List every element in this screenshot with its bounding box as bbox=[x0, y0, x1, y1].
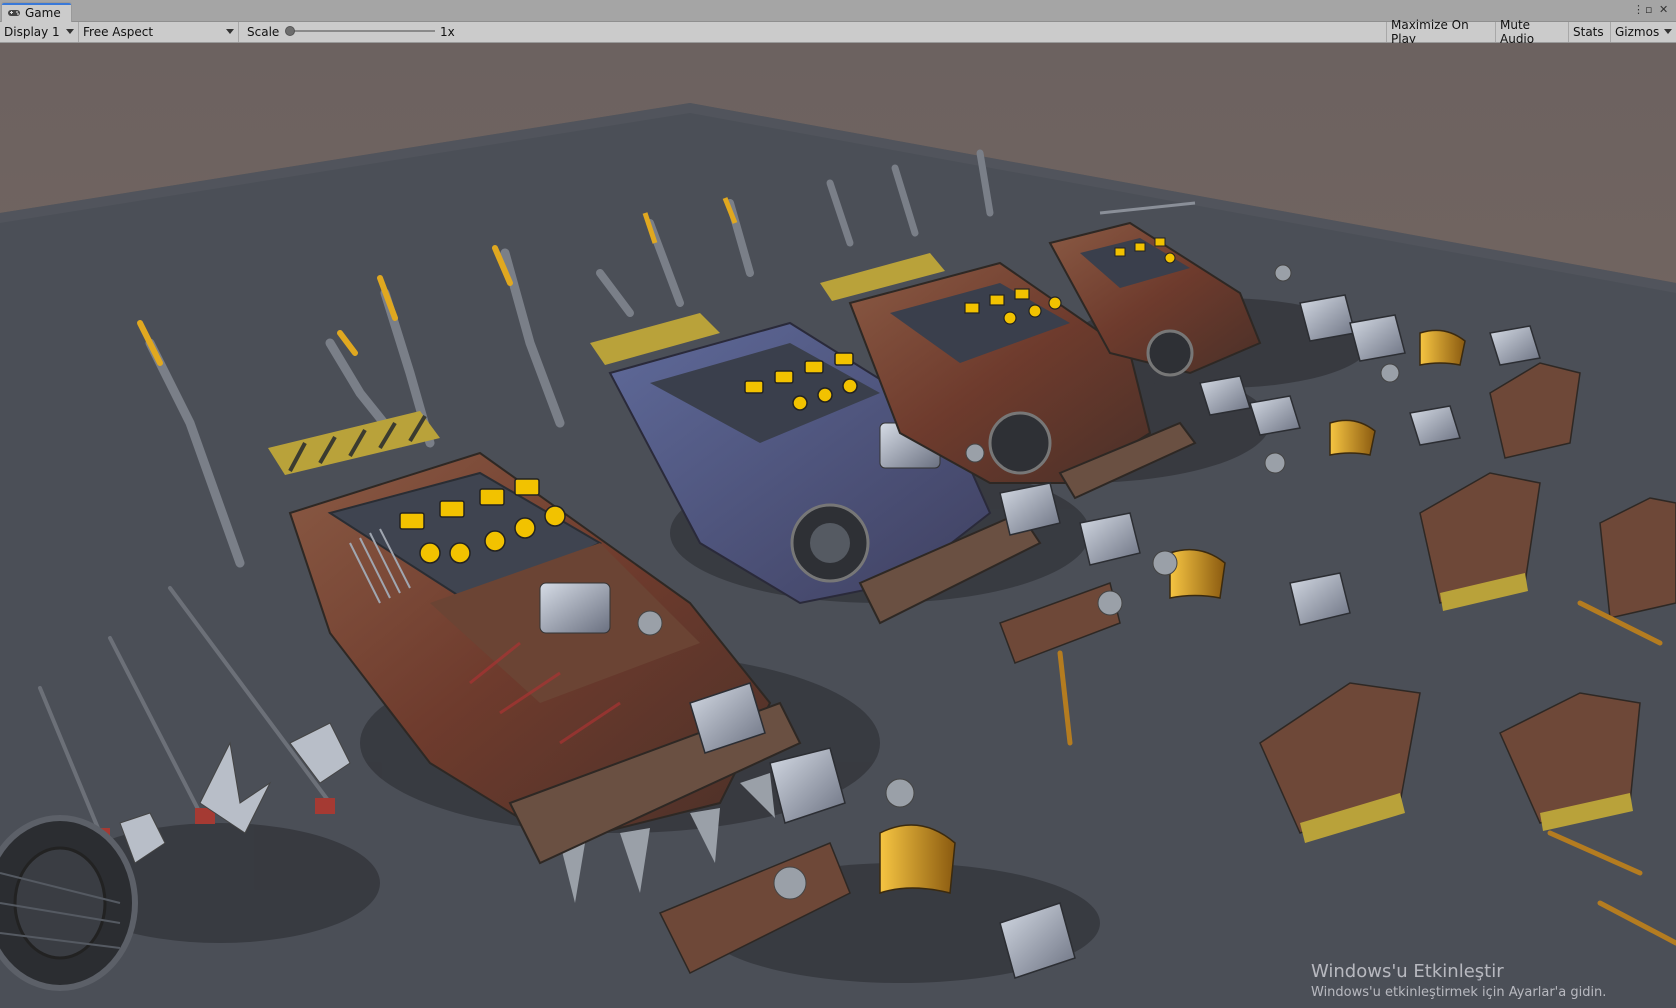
display-dropdown[interactable]: Display 1 bbox=[0, 22, 79, 42]
gizmos-dropdown[interactable]: Gizmos bbox=[1611, 22, 1676, 42]
stats-toggle[interactable]: Stats bbox=[1569, 22, 1611, 42]
aspect-dropdown[interactable]: Free Aspect bbox=[79, 22, 239, 42]
maximize-on-play-label: Maximize On Play bbox=[1391, 18, 1469, 46]
display-dropdown-label: Display 1 bbox=[4, 25, 60, 39]
game-scene bbox=[0, 43, 1676, 1008]
chevron-down-icon bbox=[226, 29, 234, 34]
maximize-window-icon[interactable]: ▫ bbox=[1645, 3, 1652, 16]
tab-label: Game bbox=[25, 5, 61, 20]
game-view-toolbar: Display 1 Free Aspect Scale 1x Maximize … bbox=[0, 18, 1676, 46]
close-icon[interactable]: ✕ bbox=[1659, 3, 1668, 16]
scale-slider-thumb[interactable] bbox=[285, 26, 295, 36]
stats-label: Stats bbox=[1573, 25, 1604, 39]
aspect-dropdown-label: Free Aspect bbox=[83, 25, 154, 39]
scale-value: 1x bbox=[440, 25, 455, 39]
mute-audio-toggle[interactable]: Mute Audio bbox=[1496, 18, 1569, 46]
scale-value-container: 1x bbox=[436, 22, 476, 42]
chevron-down-icon bbox=[1664, 29, 1672, 34]
gamepad-icon bbox=[8, 9, 20, 16]
game-viewport[interactable]: Windows'u Etkinleştir Windows'u etkinleş… bbox=[0, 43, 1676, 1008]
more-options-icon[interactable]: ⋮ bbox=[1633, 3, 1644, 16]
tab-game[interactable]: Game bbox=[1, 2, 72, 22]
gizmos-label: Gizmos bbox=[1615, 25, 1660, 39]
windows-activation-title: Windows'u Etkinleştir bbox=[1311, 961, 1504, 982]
scale-label: Scale bbox=[247, 25, 280, 39]
scale-slider-track[interactable] bbox=[290, 30, 435, 32]
scale-label-container: Scale bbox=[239, 22, 329, 42]
mute-audio-label: Mute Audio bbox=[1500, 18, 1535, 46]
chevron-down-icon bbox=[66, 29, 74, 34]
maximize-on-play-toggle[interactable]: Maximize On Play bbox=[1386, 18, 1496, 46]
tab-active-indicator bbox=[2, 3, 71, 5]
windows-activation-subtitle: Windows'u etkinleştirmek için Ayarlar'a … bbox=[1311, 985, 1607, 1000]
